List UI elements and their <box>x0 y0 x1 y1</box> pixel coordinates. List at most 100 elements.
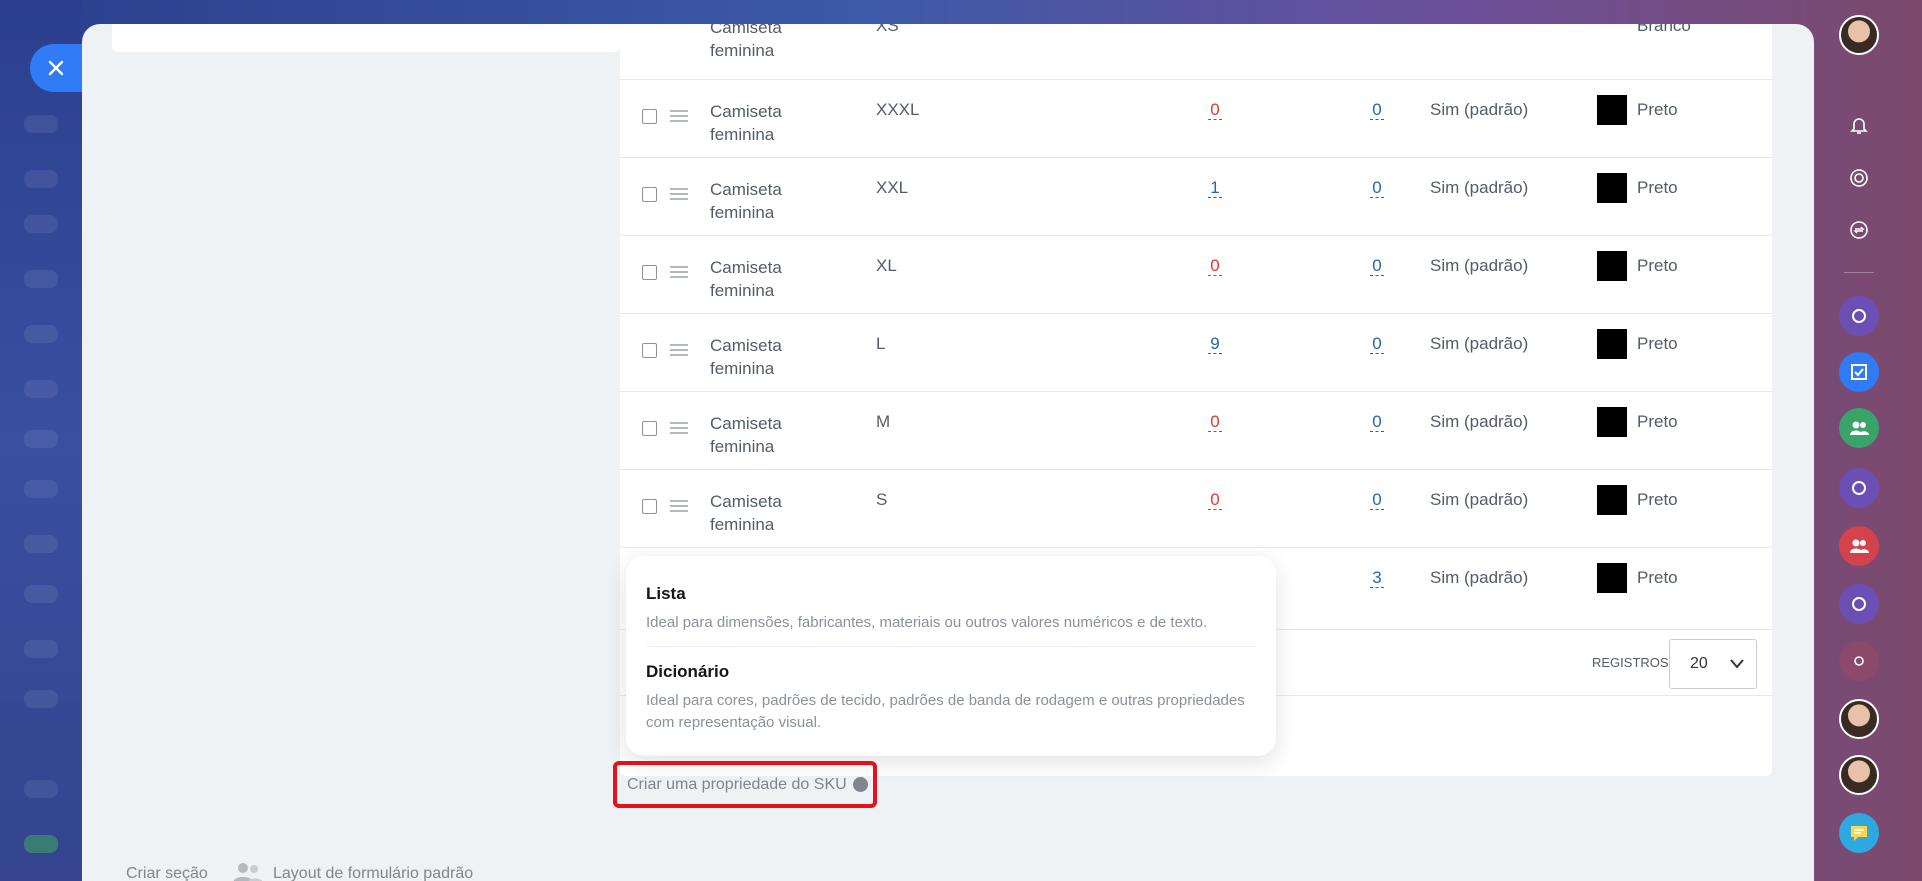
drag-handle-icon[interactable] <box>670 500 688 514</box>
records-per-page-select[interactable]: 20 <box>1669 639 1757 689</box>
left-menu-blur-item <box>24 640 58 658</box>
table-row: Camiseta feminina XS Branco <box>620 24 1772 80</box>
product-name: Camiseta feminina <box>710 258 782 300</box>
default-flag: Sim (padrão) <box>1430 100 1529 119</box>
target-icon <box>1850 169 1868 187</box>
left-menu-blur-item <box>24 380 58 398</box>
row-checkbox[interactable] <box>642 265 657 280</box>
records-label: REGISTROS: <box>1592 655 1673 670</box>
contact-avatar[interactable] <box>1839 699 1879 739</box>
product-name: Camiseta feminina <box>710 24 782 56</box>
row-checkbox[interactable] <box>642 499 657 514</box>
table-row: Camiseta feminina L 9 0 Sim (padrão) Pre… <box>620 314 1772 392</box>
option-title: Lista <box>646 584 686 603</box>
user-avatar[interactable] <box>1839 15 1879 55</box>
close-slider-button[interactable] <box>30 44 82 92</box>
channel-button[interactable] <box>1839 468 1879 508</box>
openline-icon <box>1852 481 1866 495</box>
product-color: Branco <box>1637 24 1691 35</box>
left-background <box>0 0 82 881</box>
notifications-button[interactable] <box>1839 105 1879 145</box>
contact-button[interactable] <box>1839 641 1879 681</box>
menu-option-list[interactable]: Lista Ideal para dimensões, fabricantes,… <box>646 584 1256 634</box>
left-menu-blur-item <box>24 215 58 233</box>
row-checkbox[interactable] <box>642 421 657 436</box>
default-flag: Sim (padrão) <box>1430 490 1529 509</box>
reserved-quantity-link[interactable]: 0 <box>1370 334 1384 354</box>
drag-handle-icon[interactable] <box>670 110 688 124</box>
tasks-button[interactable] <box>1839 352 1879 392</box>
group-chat-button[interactable] <box>1839 526 1879 566</box>
quantity-link[interactable]: 0 <box>1208 256 1222 276</box>
row-checkbox[interactable] <box>642 187 657 202</box>
quantity-link[interactable]: 1 <box>1208 178 1222 198</box>
activity-button[interactable] <box>1839 158 1879 198</box>
color-swatch <box>1597 485 1627 515</box>
product-color: Preto <box>1637 256 1678 275</box>
reserved-quantity-link[interactable]: 3 <box>1370 568 1384 588</box>
openline-icon <box>1852 309 1866 323</box>
quantity-link[interactable]: 0 <box>1208 490 1222 510</box>
table-row: Camiseta feminina S 0 0 Sim (padrão) Pre… <box>620 470 1772 548</box>
default-flag: Sim (padrão) <box>1430 178 1529 197</box>
channel-button[interactable] <box>1839 296 1879 336</box>
product-name: Camiseta feminina <box>710 336 782 378</box>
chat-button[interactable] <box>1839 813 1879 853</box>
left-menu-blur-item <box>24 480 58 498</box>
group-chat-button[interactable] <box>1839 408 1879 448</box>
quantity-link[interactable]: 0 <box>1208 100 1222 120</box>
product-name: Camiseta feminina <box>710 180 782 222</box>
sidebar-divider <box>1844 272 1874 273</box>
left-menu-blur-item <box>24 115 58 133</box>
quantity-link[interactable]: 0 <box>1208 412 1222 432</box>
quantity-link[interactable]: 9 <box>1208 334 1222 354</box>
table-row: Camiseta feminina XL 0 0 Sim (padrão) Pr… <box>620 236 1772 314</box>
product-color: Preto <box>1637 178 1678 197</box>
product-name: Camiseta feminina <box>710 102 782 144</box>
color-swatch <box>1597 173 1627 203</box>
product-size: S <box>876 490 888 509</box>
product-color: Preto <box>1637 490 1678 509</box>
contact-avatar[interactable] <box>1839 755 1879 795</box>
default-flag: Sim (padrão) <box>1430 334 1529 353</box>
product-color: Preto <box>1637 334 1678 353</box>
option-description: Ideal para dimensões, fabricantes, mater… <box>646 614 1208 631</box>
drag-handle-icon[interactable] <box>670 188 688 202</box>
row-checkbox[interactable] <box>642 109 657 124</box>
reserved-quantity-link[interactable]: 0 <box>1370 412 1384 432</box>
users-icon <box>233 863 263 881</box>
color-swatch <box>1597 95 1627 125</box>
color-swatch <box>1597 563 1627 593</box>
property-type-menu: Lista Ideal para dimensões, fabricantes,… <box>626 556 1276 756</box>
checkbox-icon <box>1851 364 1867 380</box>
product-size: XL <box>876 256 897 275</box>
channel-button[interactable] <box>1839 584 1879 624</box>
product-size: XS <box>876 24 899 35</box>
create-sku-property-link[interactable]: Criar uma propriedade do SKU ? <box>613 761 877 808</box>
color-swatch <box>1597 251 1627 281</box>
option-description: Ideal para cores, padrões de tecido, pad… <box>646 692 1245 731</box>
menu-option-dictionary[interactable]: Dicionário Ideal para cores, padrões de … <box>646 662 1256 734</box>
reserved-quantity-link[interactable]: 0 <box>1370 100 1384 120</box>
drag-handle-icon[interactable] <box>670 422 688 436</box>
users-icon <box>1850 421 1869 435</box>
table-row: Camiseta feminina XXXL 0 0 Sim (padrão) … <box>620 80 1772 158</box>
product-name: Camiseta feminina <box>710 492 782 534</box>
help-icon[interactable]: ? <box>852 776 868 793</box>
row-checkbox[interactable] <box>642 343 657 358</box>
drag-handle-icon[interactable] <box>670 344 688 358</box>
product-size: XXL <box>876 178 909 197</box>
reserved-quantity-link[interactable]: 0 <box>1370 256 1384 276</box>
reserved-quantity-link[interactable]: 0 <box>1370 178 1384 198</box>
left-menu-blur-item <box>24 270 58 288</box>
drag-handle-icon[interactable] <box>670 266 688 280</box>
table-row: Camiseta feminina M 0 0 Sim (padrão) Pre… <box>620 392 1772 470</box>
left-menu-blur-item <box>24 170 58 188</box>
sync-button[interactable] <box>1839 210 1879 250</box>
menu-divider <box>646 646 1256 647</box>
product-name: Camiseta feminina <box>710 414 782 456</box>
reserved-quantity-link[interactable]: 0 <box>1370 490 1384 510</box>
create-section-link[interactable]: Criar seção <box>126 865 208 881</box>
default-form-layout-link[interactable]: Layout de formulário padrão <box>273 865 473 881</box>
create-sku-property-label: Criar uma propriedade do SKU <box>627 775 847 793</box>
